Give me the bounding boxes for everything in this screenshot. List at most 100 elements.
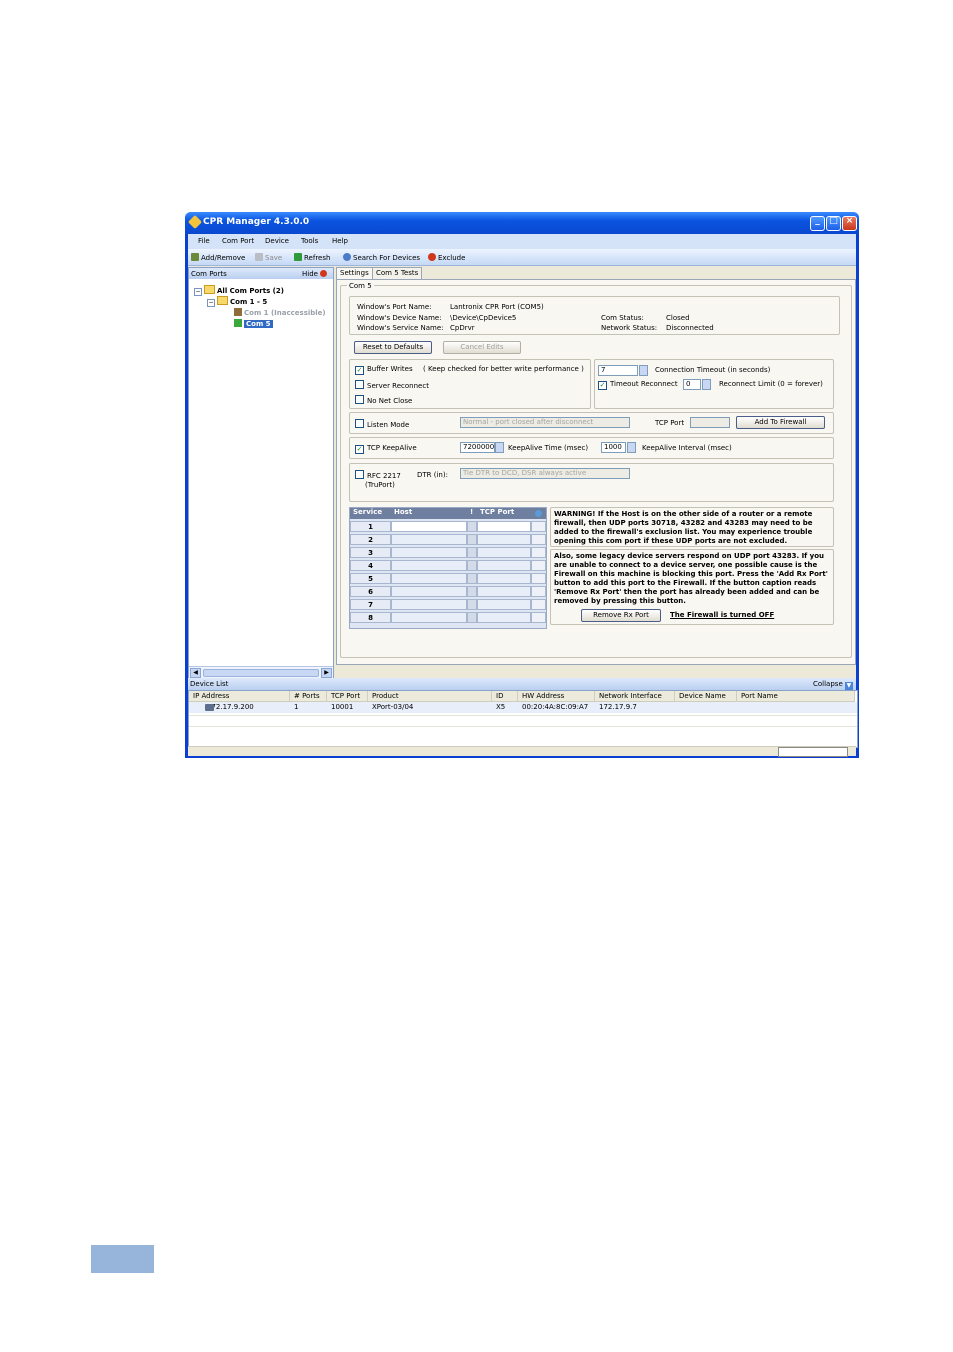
tcp-port-input[interactable] <box>690 417 730 428</box>
device-column-header[interactable]: Port Name <box>737 691 855 702</box>
maximize-button[interactable]: □ <box>826 216 841 231</box>
grid-excl-cell[interactable] <box>467 612 477 623</box>
keepalive-time-input[interactable]: 7200000 <box>460 442 495 453</box>
grid-tcp-port-cell[interactable] <box>477 521 531 532</box>
grid-host-cell[interactable] <box>391 547 467 558</box>
grid-host-cell[interactable] <box>391 534 467 545</box>
device-column-header[interactable]: ID <box>492 691 518 702</box>
folder-icon <box>217 296 228 305</box>
grid-host-cell[interactable] <box>391 560 467 571</box>
hide-button[interactable]: Hide <box>302 270 328 278</box>
grid-excl-cell[interactable] <box>467 547 477 558</box>
cancel-edits-button[interactable]: Cancel Edits <box>443 341 521 354</box>
listen-mode-select[interactable]: Normal - port closed after disconnect <box>460 417 630 428</box>
grid-globe-cell[interactable] <box>531 586 546 597</box>
buffer-writes-checkbox[interactable]: ✓ Buffer Writes <box>355 365 413 375</box>
rfc2217-checkbox[interactable]: RFC 2217 <box>355 470 401 480</box>
grid-row-number: 3 <box>350 547 391 558</box>
grid-globe-cell[interactable] <box>531 547 546 558</box>
title-bar[interactable]: CPR Manager 4.3.0.0 _ □ × <box>185 212 859 234</box>
grid-host-cell[interactable] <box>391 599 467 610</box>
remove-rx-port-button[interactable]: Remove Rx Port <box>581 609 661 622</box>
tcp-keepalive-checkbox[interactable]: ✓ TCP KeepAlive <box>355 444 417 454</box>
connection-timeout-input[interactable]: 7 <box>598 365 638 376</box>
menu-tools[interactable]: Tools <box>301 237 318 245</box>
device-column-header[interactable]: HW Address <box>518 691 595 702</box>
service-name-value: CpDrvr <box>450 324 475 332</box>
grid-excl-cell[interactable] <box>467 599 477 610</box>
menu-help[interactable]: Help <box>332 237 348 245</box>
grid-tcp-port-cell[interactable] <box>477 599 531 610</box>
menu-device[interactable]: Device <box>265 237 289 245</box>
device-column-header[interactable]: Device Name <box>675 691 737 702</box>
device-column-header[interactable]: Network Interface <box>595 691 675 702</box>
refresh-button[interactable]: Refresh <box>294 253 330 262</box>
server-reconnect-checkbox[interactable]: Server Reconnect <box>355 380 429 390</box>
device-column-header[interactable]: IP Address <box>189 691 290 702</box>
firewall-status-link[interactable]: The Firewall is turned OFF <box>670 611 774 619</box>
device-name-label: Window's Device Name: <box>357 314 442 322</box>
grid-globe-cell[interactable] <box>531 521 546 532</box>
device-list-table: IP Address # Ports TCP Port Product ID HW Add… <box>188 690 858 748</box>
grid-globe-cell[interactable] <box>531 599 546 610</box>
no-net-close-checkbox[interactable]: No Net Close <box>355 395 412 405</box>
search-devices-button[interactable]: Search For Devices <box>343 253 420 262</box>
collapse-icon[interactable]: − <box>194 288 202 296</box>
tree-group[interactable]: − Com 1 - 5 <box>207 296 267 307</box>
dtr-select[interactable]: Tie DTR to DCD, DSR always active <box>460 468 630 479</box>
check-icon: ✓ <box>598 381 607 390</box>
add-remove-button[interactable]: Add/Remove <box>191 253 245 262</box>
grid-excl-cell[interactable] <box>467 521 477 532</box>
save-button[interactable]: Save <box>255 253 282 262</box>
grid-excl-cell[interactable] <box>467 560 477 571</box>
grid-globe-cell[interactable] <box>531 612 546 623</box>
listen-mode-checkbox[interactable]: Listen Mode <box>355 419 409 429</box>
grid-excl-cell[interactable] <box>467 586 477 597</box>
device-column-header[interactable]: # Ports <box>290 691 327 702</box>
grid-host-cell[interactable] <box>391 612 467 623</box>
tree-item-com1[interactable]: Com 1 (Inaccessible) <box>234 308 326 317</box>
add-to-firewall-button[interactable]: Add To Firewall <box>736 416 825 429</box>
collapse-button[interactable]: Collapse ▼ <box>813 680 853 690</box>
spinner-icon[interactable] <box>702 379 711 390</box>
device-column-header[interactable]: TCP Port <box>327 691 368 702</box>
grid-host-cell[interactable] <box>391 573 467 584</box>
keepalive-interval-input[interactable]: 1000 <box>601 442 626 453</box>
grid-tcp-port-cell[interactable] <box>477 560 531 571</box>
grid-tcp-port-cell[interactable] <box>477 612 531 623</box>
grid-excl-cell[interactable] <box>467 573 477 584</box>
menu-com-port[interactable]: Com Port <box>222 237 254 245</box>
grid-header-host: Host <box>391 508 470 519</box>
port-name-value: Lantronix CPR Port (COM5) <box>450 303 544 311</box>
spinner-icon[interactable] <box>627 442 636 453</box>
grid-host-cell[interactable] <box>391 586 467 597</box>
reset-defaults-button[interactable]: Reset to Defaults <box>354 341 432 354</box>
menu-file[interactable]: File <box>198 237 210 245</box>
spinner-icon[interactable] <box>495 442 504 453</box>
grid-globe-cell[interactable] <box>531 534 546 545</box>
spinner-icon[interactable] <box>639 365 648 376</box>
grid-excl-cell[interactable] <box>467 534 477 545</box>
horizontal-scrollbar[interactable]: ◀ ▶ <box>189 666 333 678</box>
grid-tcp-port-cell[interactable] <box>477 573 531 584</box>
reconnect-limit-input[interactable]: 0 <box>683 379 701 390</box>
minimize-button[interactable]: _ <box>810 216 825 231</box>
close-button[interactable]: × <box>842 216 857 231</box>
grid-tcp-port-cell[interactable] <box>477 586 531 597</box>
scroll-thumb[interactable] <box>203 669 319 677</box>
grid-globe-cell[interactable] <box>531 560 546 571</box>
tree-item-com5[interactable]: Com 5 <box>234 319 273 328</box>
scroll-left-icon[interactable]: ◀ <box>190 668 201 678</box>
exclude-button[interactable]: Exclude <box>428 253 465 262</box>
scroll-right-icon[interactable]: ▶ <box>321 668 332 678</box>
device-column-header[interactable]: Product <box>368 691 492 702</box>
grid-tcp-port-cell[interactable] <box>477 547 531 558</box>
timeout-reconnect-checkbox[interactable]: ✓ Timeout Reconnect <box>598 380 678 390</box>
tree-root[interactable]: − All Com Ports (2) <box>194 285 284 296</box>
collapse-icon[interactable]: − <box>207 299 215 307</box>
grid-tcp-port-cell[interactable] <box>477 534 531 545</box>
grid-host-cell[interactable] <box>391 521 467 532</box>
keepalive-interval-label: KeepAlive Interval (msec) <box>642 444 732 452</box>
service-grid: Service Host ! TCP Port 12345678 <box>349 507 547 629</box>
grid-globe-cell[interactable] <box>531 573 546 584</box>
